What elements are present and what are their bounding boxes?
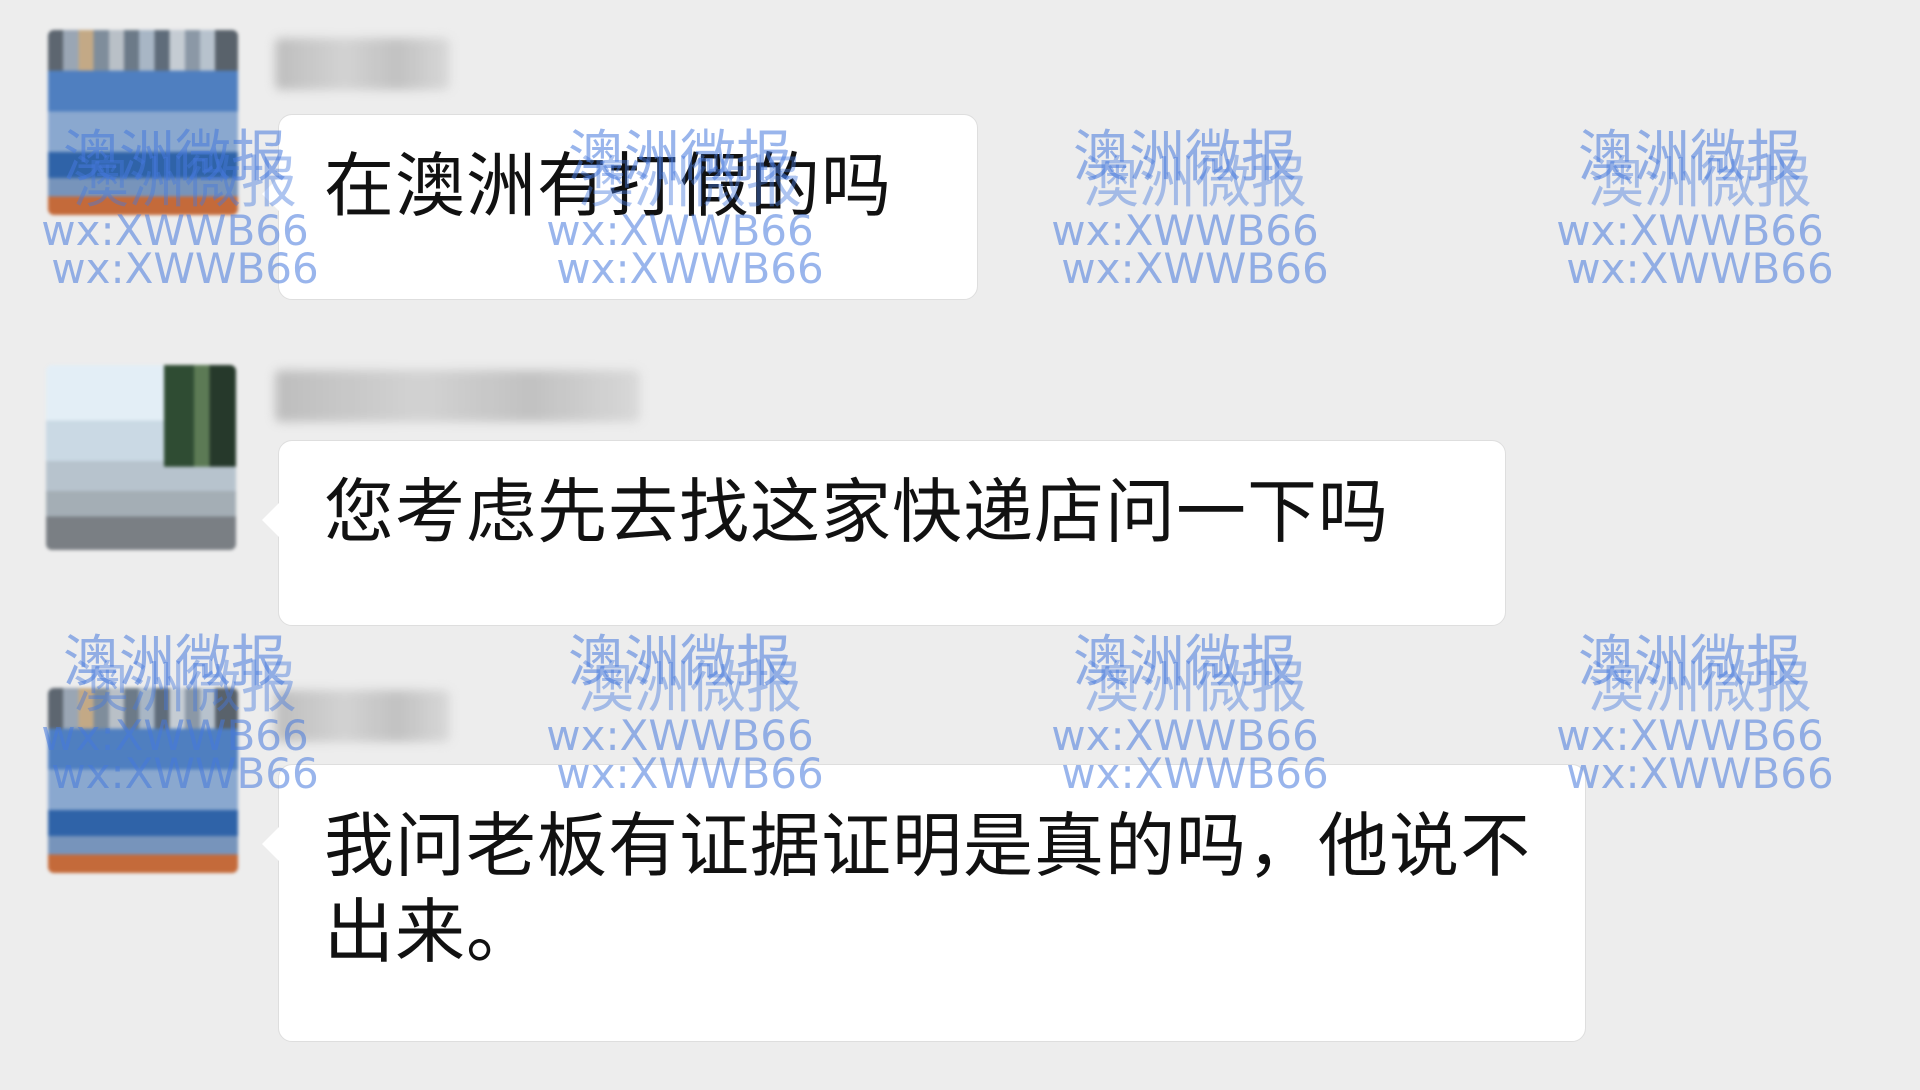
message-text: 您考虑先去找这家快递店问一下吗 <box>324 471 1389 553</box>
message-bubble[interactable]: 您考虑先去找这家快递店问一下吗 <box>262 440 1506 626</box>
message-text: 在澳洲有打假的吗 <box>324 145 892 227</box>
avatar[interactable] <box>48 30 238 215</box>
watermark: 澳洲微报 澳洲微报 wx:XWWB66 wx:XWWB66 <box>1051 125 1329 293</box>
avatar[interactable] <box>48 688 238 873</box>
sender-name-blurred <box>275 690 450 742</box>
sender-name-blurred <box>275 370 640 422</box>
sender-name-blurred <box>275 38 450 90</box>
message-bubble[interactable]: 我问老板有证据证明是真的吗，他说不出来。 <box>262 764 1586 1042</box>
message-bubble[interactable]: 在澳洲有打假的吗 <box>262 114 978 300</box>
message-text: 我问老板有证据证明是真的吗，他说不出来。 <box>324 805 1531 973</box>
avatar[interactable] <box>46 365 236 550</box>
watermark: 澳洲微报 澳洲微报 wx:XWWB66 wx:XWWB66 <box>1556 125 1834 293</box>
